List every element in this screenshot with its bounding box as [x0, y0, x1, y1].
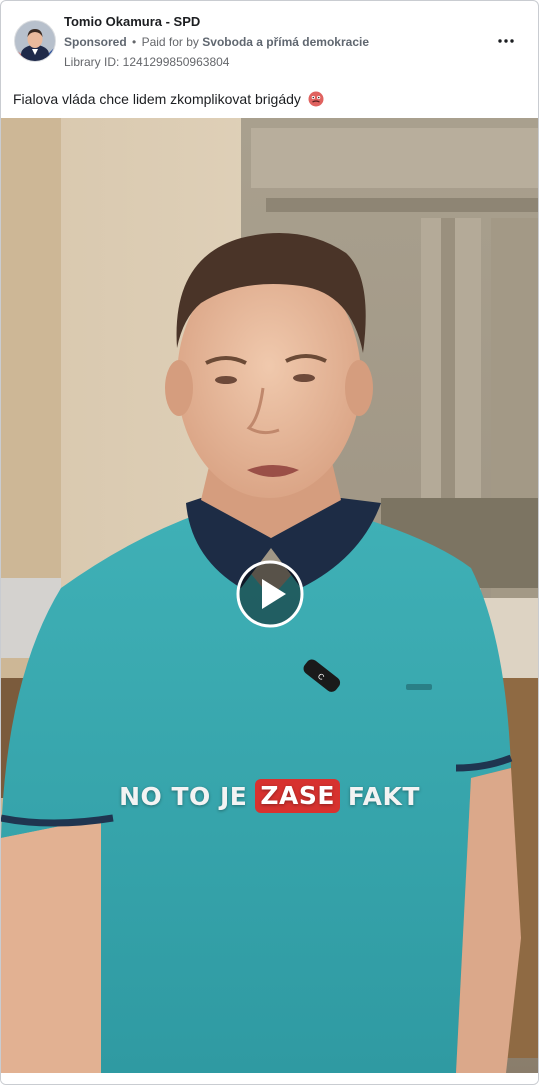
- video-player[interactable]: C NO TO JE ZASE FAKT: [1, 118, 538, 1073]
- overlay-word-3: FAKT: [347, 781, 420, 811]
- play-icon: [236, 560, 304, 628]
- sponsored-meta: Sponsored • Paid for by Svoboda a přímá …: [64, 35, 369, 49]
- more-options-icon: [498, 39, 514, 43]
- caption-text: Fialova vláda chce lidem zkomplikovat br…: [13, 91, 301, 107]
- card-footer: [1, 1073, 538, 1084]
- overlay-word-highlight: ZASE: [255, 779, 340, 813]
- post-header: Tomio Okamura - SPD Sponsored • Paid for…: [1, 1, 538, 81]
- play-button[interactable]: [236, 560, 304, 628]
- sponsored-label: Sponsored: [64, 35, 127, 49]
- library-id: Library ID: 1241299850963804: [64, 55, 230, 69]
- meta-separator: •: [132, 35, 137, 49]
- nauseated-face-emoji-icon: [308, 91, 324, 110]
- video-overlay-caption: NO TO JE ZASE FAKT: [1, 774, 538, 818]
- overlay-word-1: NO TO JE: [119, 781, 248, 811]
- funder-name: Svoboda a přímá demokracie: [202, 35, 370, 49]
- page-name-link[interactable]: Tomio Okamura - SPD: [64, 14, 200, 29]
- page-avatar[interactable]: [14, 20, 56, 62]
- paid-for-label: Paid for by: [141, 35, 199, 49]
- avatar-image: [15, 21, 55, 61]
- more-options-button[interactable]: [494, 31, 518, 51]
- ad-card: Tomio Okamura - SPD Sponsored • Paid for…: [0, 0, 539, 1085]
- post-caption: Fialova vláda chce lidem zkomplikovat br…: [13, 91, 324, 110]
